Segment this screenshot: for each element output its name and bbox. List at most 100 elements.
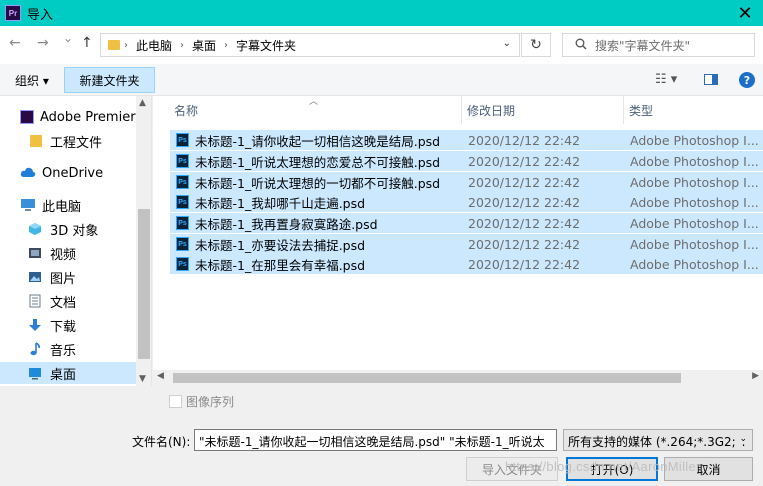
up-arrow-icon[interactable]: ↑ — [81, 35, 93, 51]
photoshop-file-icon: Ps — [176, 216, 189, 230]
sidebar-item-this-pc[interactable]: 此电脑 — [0, 194, 136, 216]
scroll-left-icon[interactable]: ◀ — [157, 371, 164, 381]
file-name: 未标题-1_我却哪千山走遍.psd — [195, 195, 366, 211]
photoshop-file-icon: Ps — [176, 175, 189, 189]
sidebar-item-pictures[interactable]: 图片 — [0, 266, 136, 288]
desktop-icon — [28, 366, 44, 380]
file-name: 未标题-1_在那里会有幸福.psd — [195, 257, 366, 273]
chevron-right-icon: › — [180, 39, 185, 51]
file-date: 2020/12/12 22:42 — [468, 236, 581, 252]
file-row[interactable]: Ps 未标题-1_听说太理想的恋爱总不可接触.psd 2020/12/12 22… — [170, 151, 763, 171]
file-type: Adobe Photoshop I... — [630, 132, 759, 148]
help-icon[interactable]: ? — [739, 72, 755, 88]
sidebar-item-label: OneDrive — [42, 165, 104, 181]
sidebar-item-adobe-premiere[interactable]: Adobe Premiere — [0, 106, 136, 128]
file-date: 2020/12/12 22:42 — [468, 132, 581, 148]
sidebar-item-label: 下载 — [50, 319, 77, 335]
file-date: 2020/12/12 22:42 — [468, 174, 581, 190]
view-options-icon[interactable]: ☷ ▾ — [655, 72, 677, 87]
image-sequence-checkbox[interactable] — [169, 395, 182, 408]
forward-arrow-icon[interactable]: → — [37, 35, 49, 51]
sidebar-item-desktop[interactable]: 桌面 — [0, 362, 136, 384]
watermark: https://blog.csdn.net/AaronMiller — [505, 459, 701, 474]
column-divider[interactable] — [461, 96, 462, 124]
chevron-down-icon: ⌄ — [736, 434, 747, 444]
file-date: 2020/12/12 22:42 — [468, 194, 581, 210]
column-divider[interactable] — [623, 96, 624, 124]
cloud-icon — [20, 166, 36, 180]
file-type: Adobe Photoshop I... — [630, 256, 759, 272]
chevron-down-icon[interactable]: ⌄ — [503, 38, 511, 49]
address-bar[interactable]: › 此电脑 › 桌面 › 字幕文件夹 ⌄ — [100, 33, 520, 57]
breadcrumb-subtitle-folder[interactable]: 字幕文件夹 — [236, 37, 296, 54]
premiere-logo-icon: Pr — [5, 5, 21, 21]
sidebar-item-label: 音乐 — [50, 343, 77, 359]
close-icon[interactable]: ✕ — [727, 0, 763, 26]
breadcrumb-desktop[interactable]: 桌面 — [192, 37, 216, 54]
file-type: Adobe Photoshop I... — [630, 153, 759, 169]
sidebar-item-label: Adobe Premiere — [40, 109, 136, 125]
column-header-row: ︿ 名称 修改日期 类型 — [153, 96, 763, 124]
sidebar-item-label: 3D 对象 — [50, 223, 99, 239]
back-arrow-icon[interactable]: ← — [9, 35, 21, 51]
sidebar-item-label: 桌面 — [50, 367, 77, 383]
sidebar-item-documents[interactable]: 文档 — [0, 290, 136, 312]
search-placeholder: 搜索"字幕文件夹" — [595, 38, 691, 53]
file-row[interactable]: Ps 未标题-1_在那里会有幸福.psd 2020/12/12 22:42 Ad… — [170, 254, 763, 274]
image-sequence-label: 图像序列 — [186, 395, 235, 409]
file-name: 未标题-1_我再置身寂寞路途.psd — [195, 216, 378, 232]
filetype-select[interactable]: 所有支持的媒体 (*.264;*.3G2;*. ⌄ — [563, 429, 753, 451]
organize-menu[interactable]: 组织 ▾ — [15, 72, 49, 89]
file-row[interactable]: Ps 未标题-1_我却哪千山走遍.psd 2020/12/12 22:42 Ad… — [170, 192, 763, 212]
sort-ascending-icon: ︿ — [309, 97, 319, 107]
folder-icon — [108, 40, 120, 50]
sidebar-item-downloads[interactable]: 下载 — [0, 314, 136, 336]
sidebar-item-3d-objects[interactable]: 3D 对象 — [0, 218, 136, 240]
sidebar-item-label: 此电脑 — [42, 199, 82, 215]
sidebar-item-label: 视频 — [50, 247, 77, 263]
new-folder-button[interactable]: 新建文件夹 — [64, 67, 155, 93]
refresh-button[interactable]: ↻ — [521, 33, 551, 57]
cube-icon — [28, 222, 44, 236]
scroll-right-icon[interactable]: ▶ — [752, 371, 759, 381]
sidebar-item-label: 文档 — [50, 295, 77, 311]
sidebar-item-music[interactable]: 音乐 — [0, 338, 136, 360]
file-type: Adobe Photoshop I... — [630, 194, 759, 210]
photoshop-file-icon: Ps — [176, 133, 189, 147]
command-bar: 组织 ▾ 新建文件夹 ☷ ▾ ? — [0, 64, 763, 96]
sidebar-item-videos[interactable]: 视频 — [0, 242, 136, 264]
scrollbar-thumb[interactable] — [138, 209, 150, 359]
scroll-up-icon[interactable]: ▲ — [139, 98, 146, 108]
preview-pane-icon[interactable] — [704, 74, 718, 85]
column-header-name[interactable]: 名称 — [174, 102, 198, 119]
file-name: 未标题-1_亦要设法去捕捉.psd — [195, 237, 366, 253]
premiere-icon — [20, 110, 34, 124]
file-row[interactable]: Ps 未标题-1_亦要设法去捕捉.psd 2020/12/12 22:42 Ad… — [170, 234, 763, 254]
sidebar-item-project-files[interactable]: 工程文件 — [0, 130, 136, 152]
file-name: 未标题-1_听说太理想的恋爱总不可接触.psd — [195, 154, 441, 170]
file-date: 2020/12/12 22:42 — [468, 153, 581, 169]
file-date: 2020/12/12 22:42 — [468, 256, 581, 272]
file-row[interactable]: Ps 未标题-1_听说太理想的一切都不可接触.psd 2020/12/12 22… — [170, 172, 763, 192]
file-type: Adobe Photoshop I... — [630, 174, 759, 190]
column-header-date[interactable]: 修改日期 — [467, 102, 515, 119]
search-icon — [575, 38, 587, 53]
filename-field[interactable]: "未标题-1_请你收起一切相信这晚是结局.psd" "未标题-1_听说太 — [194, 429, 557, 451]
breadcrumb-this-pc[interactable]: 此电脑 — [136, 37, 172, 54]
pictures-icon — [28, 270, 44, 284]
scrollbar-thumb[interactable] — [173, 373, 681, 383]
file-type: Adobe Photoshop I... — [630, 236, 759, 252]
column-header-type[interactable]: 类型 — [629, 102, 653, 119]
search-input[interactable]: 搜索"字幕文件夹" — [562, 33, 755, 57]
music-icon — [28, 342, 44, 356]
file-name: 未标题-1_听说太理想的一切都不可接触.psd — [195, 175, 441, 191]
horizontal-scrollbar[interactable]: ◀ ▶ — [153, 370, 763, 386]
sidebar-scrollbar[interactable]: ▲ ▼ — [136, 96, 151, 386]
file-row[interactable]: Ps 未标题-1_我再置身寂寞路途.psd 2020/12/12 22:42 A… — [170, 213, 763, 233]
filename-label: 文件名(N): — [132, 435, 191, 449]
photoshop-file-icon: Ps — [176, 257, 189, 271]
file-row[interactable]: Ps 未标题-1_请你收起一切相信这晚是结局.psd 2020/12/12 22… — [170, 130, 763, 150]
scroll-down-icon[interactable]: ▼ — [139, 374, 146, 384]
recent-locations-icon[interactable]: ⌄ — [63, 31, 73, 45]
sidebar-item-onedrive[interactable]: OneDrive — [0, 162, 136, 184]
